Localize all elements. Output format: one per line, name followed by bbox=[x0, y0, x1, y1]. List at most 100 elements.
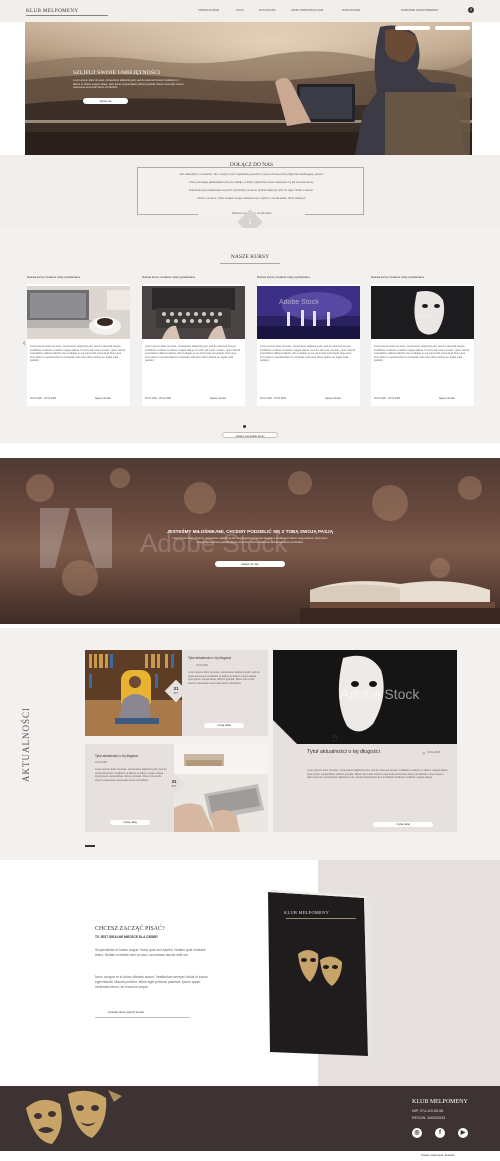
news-side-title: AKTUALNOŚCI bbox=[21, 707, 31, 782]
hero-top-button-1[interactable] bbox=[395, 26, 430, 30]
hero-banner: SZLIFUJ SWOJE UMIEJĘTNOŚCI Lorem ipsum d… bbox=[25, 22, 472, 155]
hero-signup-button[interactable]: zapisz się bbox=[83, 98, 128, 104]
write-paragraph-1: Suspendisse et luctus augue. Nunc quis o… bbox=[95, 948, 206, 957]
join-line-2: Chcę pozostając jakiekolwiek kursy do ro… bbox=[189, 181, 314, 184]
adobe-stock-watermark: Adobe Stock bbox=[279, 299, 319, 306]
news-title: Tytuł aktualności o tej długości bbox=[188, 656, 232, 660]
site-footer: KLUB MELPOMENY NIP: 974-119-55-58 REGON:… bbox=[0, 1086, 500, 1151]
news-text: Lorem ipsum dolor sit amet, consectetur … bbox=[188, 671, 260, 685]
news-date: 31.01.2020 bbox=[427, 751, 440, 754]
news-day: 31 bbox=[332, 734, 338, 739]
news-card[interactable]: Tytuł aktualności o tej długości 31.01.2… bbox=[85, 744, 174, 832]
clock-icon: ◷ bbox=[422, 751, 426, 755]
news-date: 31.01.2020 bbox=[95, 761, 107, 764]
nav-item-home[interactable]: STRONA GŁÓWNA bbox=[198, 9, 219, 12]
facebook-icon[interactable]: f bbox=[435, 1128, 445, 1138]
site-logo[interactable]: KLUB MELPOMENY bbox=[26, 8, 78, 14]
news-text: Lorem ipsum dolor sit amet, consectetur … bbox=[95, 768, 167, 782]
arrow-down-icon: ↓ bbox=[247, 216, 253, 227]
course-image-mask: Stock bbox=[371, 286, 474, 339]
adobe-stock-watermark: Stock bbox=[417, 313, 435, 320]
course-more-link[interactable]: więcej o kursie bbox=[325, 397, 341, 400]
footer-nip: NIP: 974-119-55-58 bbox=[412, 1109, 444, 1113]
book-image bbox=[268, 890, 372, 1058]
news-date: 31.01.2020 bbox=[196, 664, 208, 667]
site-header: KLUB MELPOMENY STRONA GŁÓWNA O NAS AKTUA… bbox=[0, 0, 500, 22]
nav-item-about[interactable]: O NAS bbox=[236, 9, 243, 12]
course-date: 25.01.2020 - 25.04.2020 bbox=[260, 397, 287, 400]
course-card[interactable]: Nazwa kursu zostanie tutaj wyświetlana S… bbox=[371, 275, 474, 406]
news-month: STY bbox=[173, 692, 179, 695]
theatre-masks-image bbox=[26, 1090, 122, 1144]
news-card[interactable]: Tytuł aktualności o tej długości 31.01.2… bbox=[182, 650, 268, 736]
carousel-dot[interactable] bbox=[243, 425, 246, 428]
course-image-laptop bbox=[27, 286, 130, 339]
news-pagination-bar[interactable] bbox=[85, 845, 95, 847]
join-box: DOŁĄCZ DO NAS Jest niekredytem a czwarte… bbox=[137, 162, 364, 216]
news-watermark: Adobe Stock bbox=[340, 686, 420, 702]
news-day: 31 bbox=[173, 686, 179, 691]
nav-item-study[interactable]: KURS STUDIUM bbox=[342, 9, 360, 12]
news-month: STY bbox=[171, 785, 177, 788]
course-text: Lorem ipsum dolor sit amet, consectetur … bbox=[30, 345, 126, 363]
hero-title: SZLIFUJ SWOJE UMIEJĘTNOŚCI bbox=[73, 70, 161, 76]
facebook-icon[interactable]: f bbox=[468, 7, 474, 13]
course-title: Nazwa kursu zostanie tutaj wyświetlana bbox=[142, 275, 195, 279]
hero-top-button-2[interactable] bbox=[435, 26, 470, 30]
course-text: Lorem ipsum dolor sit amet, consectetur … bbox=[145, 345, 241, 363]
join-line-1: Jest niekredytem a czwartek. Tam, naszym… bbox=[179, 173, 324, 176]
course-more-link[interactable]: więcej o kursie bbox=[210, 397, 226, 400]
join-line-4: Ulicza i sa stanu. Ostra zwiejem trwają.… bbox=[197, 197, 306, 200]
course-date: 25.01.2020 - 25.04.2020 bbox=[374, 397, 401, 400]
course-card[interactable]: Nazwa kursu zostanie tutaj wyświetlana L… bbox=[142, 275, 245, 406]
course-text: Lorem ipsum dolor sit amet, consectetur … bbox=[374, 345, 470, 363]
passion-join-button[interactable]: dołącz do nas bbox=[215, 561, 285, 567]
news-day: 31 bbox=[171, 779, 177, 784]
news-month: STY bbox=[332, 740, 338, 743]
join-line-3: Polecił ilku jest zrelaksować wyróżnić w… bbox=[189, 189, 314, 192]
logo-underline bbox=[26, 15, 108, 16]
footer-name: KLUB MELPOMENY bbox=[412, 1099, 468, 1105]
nav-item-news[interactable]: AKTUALNOŚCI bbox=[259, 9, 276, 12]
passion-title: JESTEŚMY MIŁOŚNIKAMI, CHCEMY PODZIELIĆ S… bbox=[166, 529, 334, 534]
nav-item-partners[interactable]: OSOBY WSPÓŁPRACUJĄCE bbox=[291, 9, 323, 12]
news-title: Tytuł aktualności o tej długości bbox=[307, 749, 380, 755]
footer-regon: REGON: 340293033 bbox=[412, 1116, 446, 1120]
chevron-left-icon[interactable]: ‹ bbox=[23, 340, 25, 347]
course-title: Nazwa kursu zostanie tutaj wyświetlana bbox=[371, 275, 424, 279]
youtube-icon[interactable]: ▶ bbox=[458, 1128, 468, 1138]
credit-bar: Projekt i wykonanie: Exerator bbox=[0, 1151, 500, 1161]
course-card[interactable]: Nazwa kursu zostanie tutaj wyświetlana A… bbox=[257, 275, 360, 406]
course-more-link[interactable]: więcej o kursie bbox=[95, 397, 111, 400]
news-more-button[interactable]: czytaj dalej bbox=[110, 820, 150, 825]
news-more-button[interactable]: czytaj dalej bbox=[373, 822, 433, 827]
courses-title: NASZE KURSY bbox=[230, 254, 270, 260]
news-more-button[interactable]: czytaj dalej bbox=[204, 723, 244, 728]
all-courses-button[interactable]: zobacz wszystkie kursy bbox=[222, 432, 278, 438]
instagram-icon[interactable]: ◎ bbox=[412, 1128, 422, 1138]
write-title: CHCESZ ZACZĄĆ PISAĆ? bbox=[95, 926, 165, 932]
courses-title-underline bbox=[220, 263, 280, 264]
news-title: Tytuł aktualności o tej długości bbox=[95, 754, 139, 758]
nav-item-options[interactable]: NAJBLIŻSZE OPCJE PRZEMIANY bbox=[401, 9, 438, 12]
passion-banner: Adobe Stock JESTEŚMY MIŁOŚNIKAMI, CHCEMY… bbox=[0, 458, 500, 624]
course-card[interactable]: Nazwa kursu zostanie tutaj wyświetlana L… bbox=[27, 275, 130, 406]
news-card-large[interactable]: Tytuł aktualności o tej długości ◷ 31.01… bbox=[273, 744, 457, 832]
footer-credit[interactable]: Projekt i wykonanie: Exerator bbox=[421, 1154, 455, 1157]
news-text: Lorem ipsum dolor sit amet, consectetur … bbox=[307, 769, 449, 780]
course-more-link[interactable]: więcej o kursie bbox=[439, 397, 455, 400]
course-image-typewriter bbox=[142, 286, 245, 339]
write-subtitle: TO JEST IDEALNE MIEJSCE DLA CIEBIE! bbox=[95, 935, 158, 939]
passion-text: Lorem ipsum dolor sit amet, consectetur … bbox=[172, 537, 328, 544]
write-paragraph-2: Nunc congue et in fusce ultricies auctor… bbox=[95, 975, 208, 989]
hero-text: Lorem ipsum dolor sit amet, consectetur … bbox=[73, 79, 184, 90]
write-link-underline bbox=[95, 1017, 190, 1018]
course-date: 25.01.2020 - 25.04.2020 bbox=[30, 397, 57, 400]
write-section: CHCESZ ZACZĄĆ PISAĆ? TO JEST IDEALNE MIE… bbox=[0, 860, 500, 1086]
course-text: Lorem ipsum dolor sit amet, consectetur … bbox=[260, 345, 356, 363]
write-offer-link[interactable]: sprawdź ofertę naszych kursów bbox=[108, 1011, 144, 1014]
course-title: Nazwa kursu zostanie tutaj wyświetlana bbox=[257, 275, 310, 279]
course-title: Nazwa kursu zostanie tutaj wyświetlana bbox=[27, 275, 80, 279]
course-image-stage: Adobe Stock bbox=[257, 286, 360, 339]
course-date: 25.01.2020 - 25.04.2020 bbox=[145, 397, 172, 400]
